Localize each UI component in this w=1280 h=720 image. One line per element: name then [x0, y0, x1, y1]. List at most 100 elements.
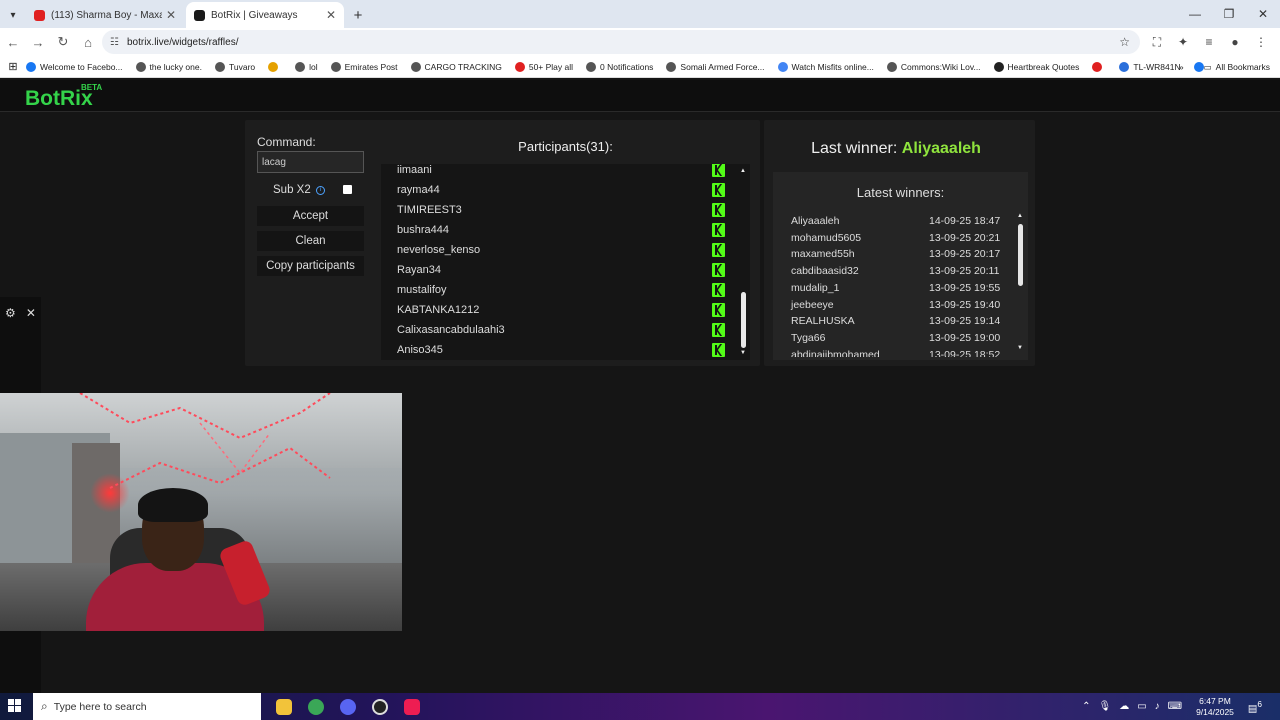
participants-scrollbar[interactable]: ▲ ▼: [737, 164, 750, 360]
bookmark-item[interactable]: Emirates Post: [330, 61, 398, 72]
bookmark-star-icon[interactable]: ☆: [1119, 35, 1130, 49]
extensions-icon[interactable]: ✦: [1170, 30, 1196, 54]
tab-search-chevron-icon[interactable]: ▾: [0, 2, 26, 28]
close-tab-icon[interactable]: ✕: [326, 8, 336, 22]
info-icon[interactable]: i: [315, 185, 325, 195]
bookmark-item[interactable]: [268, 61, 282, 72]
file-explorer-icon[interactable]: [268, 693, 300, 720]
bookmark-label: Commons:Wiki Lov...: [900, 61, 981, 72]
bookmark-item[interactable]: 0 Notifications: [586, 61, 653, 72]
bookmark-item[interactable]: Commons:Wiki Lov...: [886, 61, 981, 72]
new-tab-button[interactable]: +: [346, 2, 370, 28]
microphone-icon[interactable]: 🎙: [1098, 701, 1111, 712]
scroll-up-icon[interactable]: ▲: [740, 168, 746, 174]
bookmark-item[interactable]: TL-WR841N: [1119, 61, 1181, 72]
settings-gear-icon[interactable]: ⚙: [5, 306, 16, 320]
url-bar[interactable]: ☷ botrix.live/widgets/raffles/ ☆: [102, 30, 1140, 54]
discord-icon[interactable]: [332, 693, 364, 720]
back-icon[interactable]: ←: [1, 30, 25, 54]
scroll-thumb[interactable]: [1018, 224, 1023, 286]
network-icon[interactable]: ▭: [1137, 701, 1146, 712]
clean-button[interactable]: Clean: [257, 231, 364, 251]
home-icon[interactable]: ⌂: [76, 30, 100, 54]
sub-x2-checkbox[interactable]: [343, 185, 352, 194]
bookmark-item[interactable]: 50+ Play all: [514, 61, 573, 72]
chrome-icon[interactable]: [300, 693, 332, 720]
screenshot-icon[interactable]: ⛶: [1144, 30, 1170, 54]
bookmark-item[interactable]: Somali Armed Force...: [666, 61, 765, 72]
winner-name: Aliyaaaleh: [791, 215, 840, 227]
bookmark-item[interactable]: Tuvaro: [214, 61, 255, 72]
volume-icon[interactable]: ♪: [1155, 701, 1160, 712]
tab-youtube[interactable]: (113) Sharma Boy - Maxaa Ka B ✕: [26, 2, 184, 28]
profile-avatar-icon[interactable]: ●: [1222, 30, 1248, 54]
bookmark-favicon-icon: [514, 61, 525, 72]
notification-count: 6: [1257, 698, 1262, 709]
tray-chevron-icon[interactable]: ⌃: [1082, 701, 1090, 712]
kick-icon: [712, 343, 725, 357]
windows-start-icon[interactable]: [8, 699, 22, 713]
winners-scrollbar[interactable]: ▲ ▼: [1016, 212, 1025, 357]
close-tab-icon[interactable]: ✕: [166, 8, 176, 22]
all-bookmarks-link[interactable]: All Bookmarks: [1216, 62, 1270, 72]
keyboard-icon[interactable]: ⌨: [1168, 701, 1182, 712]
browser-toolbar-right: ⛶ ✦ ≡ ● ⋮: [1144, 30, 1274, 54]
reading-list-icon[interactable]: ≡: [1196, 30, 1222, 54]
bookmark-item[interactable]: Heartbreak Quotes: [993, 61, 1080, 72]
bookmark-item[interactable]: CARGO TRACKING: [410, 61, 502, 72]
accept-button[interactable]: Accept: [257, 206, 364, 226]
winner-date: 13-09-25 20:11: [929, 265, 1000, 278]
winner-row: mohamud5605 13-09-25 20:21: [791, 232, 1011, 249]
bookmark-label: Somali Armed Force...: [680, 61, 765, 72]
bookmark-label: Welcome to Facebo...: [40, 61, 123, 72]
copy-participants-button[interactable]: Copy participants: [257, 256, 364, 276]
clock[interactable]: 6:47 PM 9/14/2025: [1196, 696, 1234, 718]
scroll-thumb[interactable]: [741, 292, 746, 348]
scroll-up-icon[interactable]: ▲: [1017, 213, 1023, 219]
last-winner-heading: Last winner: Aliyaaaleh: [764, 140, 1028, 158]
close-icon[interactable]: ✕: [26, 306, 36, 320]
search-placeholder: Type here to search: [53, 700, 147, 713]
bookmark-list: Welcome to Facebo... the lucky one. Tuvaro…: [26, 61, 1221, 72]
kick-icon: [712, 223, 725, 237]
participant-row: rayma44: [397, 180, 737, 200]
tiktok-icon[interactable]: [396, 693, 428, 720]
participants-list[interactable]: iimaani rayma44 TIMIREEST3 bushra444 neverlo…: [381, 164, 750, 360]
reload-icon[interactable]: ↻: [51, 30, 75, 54]
command-input[interactable]: lacag: [257, 151, 364, 173]
last-winner-label: Last winner:: [811, 140, 898, 157]
participant-name: TIMIREEST3: [397, 204, 462, 216]
cloud-icon[interactable]: ☁: [1119, 701, 1129, 712]
participant-name: Rayan34: [397, 264, 442, 276]
obs-icon[interactable]: [364, 693, 396, 720]
restore-icon[interactable]: ❐: [1212, 0, 1246, 28]
bookmark-item[interactable]: Welcome to Facebo...: [26, 61, 123, 72]
bookmark-item[interactable]: lol: [295, 61, 318, 72]
apps-grid-icon[interactable]: ⊞: [0, 60, 26, 73]
search-icon: ⌕: [41, 699, 48, 713]
bookmark-item[interactable]: Watch Misfits online...: [777, 61, 874, 72]
sub-x2-row: Sub X2 i: [273, 184, 325, 196]
site-info-icon[interactable]: ☷: [110, 37, 119, 48]
notifications-icon[interactable]: ▤6: [1248, 699, 1262, 714]
bookmark-favicon-icon: [268, 61, 279, 72]
bookmark-label: Heartbreak Quotes: [1007, 61, 1080, 72]
menu-kebab-icon[interactable]: ⋮: [1248, 30, 1274, 54]
winner-row: jeebeeye 13-09-25 19:40: [791, 299, 1011, 316]
tab-botrix[interactable]: BotRix | Giveaways ✕: [186, 2, 344, 28]
kick-icon: [712, 183, 725, 197]
taskbar-search[interactable]: ⌕ Type here to search: [33, 693, 261, 720]
bookmark-favicon-icon: [135, 61, 146, 72]
close-window-icon[interactable]: ✕: [1246, 0, 1280, 28]
webcam-person-hair: [138, 488, 208, 522]
scroll-down-icon[interactable]: ▼: [740, 350, 746, 356]
forward-icon[interactable]: →: [26, 30, 50, 54]
more-bookmarks-icon[interactable]: »: [1179, 62, 1184, 72]
bookmark-item[interactable]: [1092, 61, 1106, 72]
scroll-down-icon[interactable]: ▼: [1017, 345, 1023, 351]
bookmark-item[interactable]: the lucky one.: [135, 61, 202, 72]
winner-date: 13-09-25 20:17: [929, 248, 1001, 261]
participant-name: rayma44: [397, 184, 440, 196]
minimize-icon[interactable]: —: [1178, 0, 1212, 28]
winner-date: 13-09-25 18:52: [929, 348, 1001, 357]
